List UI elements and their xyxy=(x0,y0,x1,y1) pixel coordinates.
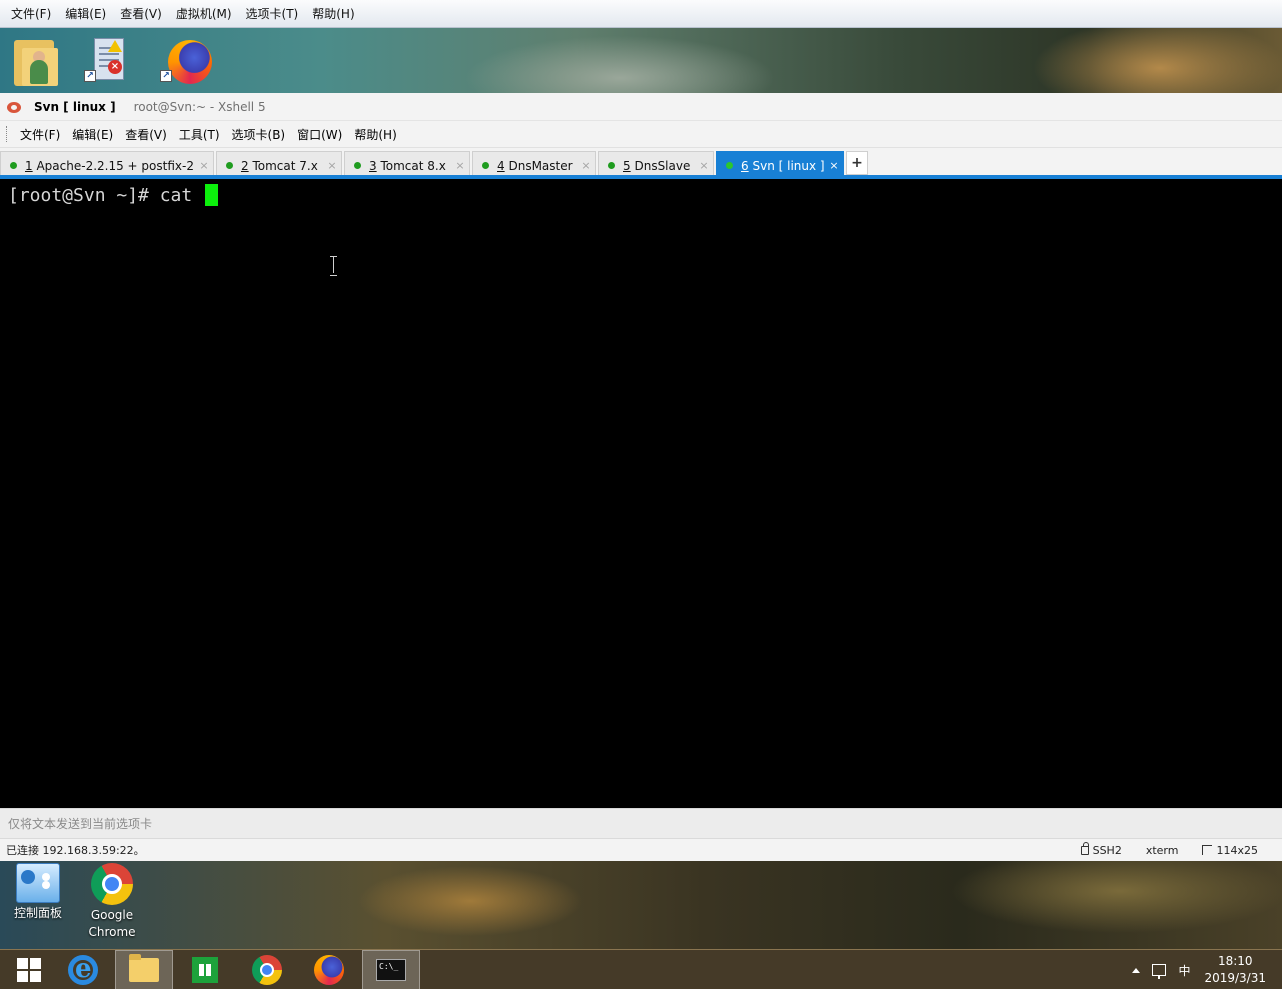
resize-icon xyxy=(1202,845,1213,855)
clock-time: 18:10 xyxy=(1217,954,1253,968)
tab-label: DnsSlave xyxy=(634,158,691,173)
tab-number: 3 xyxy=(369,158,377,173)
connected-dot-icon xyxy=(354,162,361,169)
tab-close-icon[interactable]: × xyxy=(451,159,469,172)
tab-number: 2 xyxy=(241,158,249,173)
user-folder-icon[interactable] xyxy=(8,34,62,88)
tab-label: Apache-2.2.15 + postfix-2.6.... xyxy=(36,158,195,173)
lock-icon xyxy=(1080,841,1089,855)
compose-placeholder: 仅将文本发送到当前选项卡 xyxy=(8,817,153,831)
session-title: Svn [ linux ] xyxy=(34,99,116,114)
connection-status: 已连接 192.168.3.59:22。 xyxy=(6,844,145,857)
clock-date: 2019/3/31 xyxy=(1204,971,1266,985)
vm-menubar: 文件(F) 编辑(E) 查看(V) 虚拟机(M) 选项卡(T) 帮助(H) xyxy=(0,0,1282,28)
desktop-wallpaper-bottom: 控制面板 Google Chrome xyxy=(0,861,1282,949)
tab-label: Tomcat 8.x xyxy=(380,158,446,173)
file-explorer-icon xyxy=(129,954,159,982)
term-type-status: xterm xyxy=(1145,843,1179,857)
terminal-line: [root@Svn ~]# cat xyxy=(8,184,219,206)
control-panel-icon xyxy=(16,863,60,903)
firefox-icon xyxy=(314,955,344,985)
desktop-icon-label: Google Chrome xyxy=(88,908,136,939)
session-tabbar: 1 Apache-2.2.15 + postfix-2.6.... × 2 To… xyxy=(0,147,1282,179)
firefox-desktop-icon[interactable]: ↗ xyxy=(160,34,214,88)
network-icon[interactable] xyxy=(1152,964,1167,979)
tab-label: Tomcat 7.x xyxy=(252,158,318,173)
protocol-label: SSH2 xyxy=(1092,843,1122,857)
terminal-prompt: [root@Svn ~]# cat xyxy=(8,184,204,206)
menu-tabs[interactable]: 选项卡(B) xyxy=(230,126,294,143)
tab-label: Svn [ linux ] xyxy=(752,158,825,173)
tab-number: 4 xyxy=(497,158,505,173)
system-tray: 中 18:10 2019/3/31 xyxy=(1132,950,1282,989)
tab-close-icon[interactable]: × xyxy=(323,159,341,172)
store-icon xyxy=(192,957,218,983)
desktop-icon-label: 控制面板 xyxy=(13,906,62,920)
windows-start-icon xyxy=(17,958,41,982)
clock[interactable]: 18:10 2019/3/31 xyxy=(1204,953,1266,987)
menu-view[interactable]: 查看(V) xyxy=(123,126,175,143)
vm-menu-edit[interactable]: 编辑(E) xyxy=(58,5,113,22)
protocol-status: SSH2 xyxy=(1080,841,1122,857)
tab-close-icon[interactable]: × xyxy=(577,159,595,172)
menubar-grip xyxy=(6,126,8,142)
connected-dot-icon xyxy=(726,162,733,169)
xshell-icon: C:\_ xyxy=(376,959,406,981)
start-button[interactable] xyxy=(0,950,58,989)
taskbar-firefox[interactable] xyxy=(300,950,358,989)
menu-edit[interactable]: 编辑(E) xyxy=(70,126,121,143)
tab-close-icon[interactable]: × xyxy=(195,159,213,172)
connected-dot-icon xyxy=(608,162,615,169)
tab-number: 6 xyxy=(741,158,749,173)
vm-menu-file[interactable]: 文件(F) xyxy=(4,5,58,22)
terminal-cursor xyxy=(205,184,219,206)
vm-menu-view[interactable]: 查看(V) xyxy=(113,5,169,22)
taskbar-xshell[interactable]: C:\_ xyxy=(362,950,420,989)
tab-number: 1 xyxy=(25,158,33,173)
tab-label: DnsMaster xyxy=(508,158,573,173)
compose-bar[interactable]: 仅将文本发送到当前选项卡 xyxy=(0,808,1282,838)
vm-menu-tabs[interactable]: 选项卡(T) xyxy=(239,5,306,22)
connected-dot-icon xyxy=(10,162,17,169)
menu-tools[interactable]: 工具(T) xyxy=(177,126,228,143)
term-size-label: 114x25 xyxy=(1216,843,1258,857)
text-cursor-icon xyxy=(328,256,340,276)
tab-number: 5 xyxy=(623,158,631,173)
desktop-wallpaper-top: × ↗ ↗ xyxy=(0,28,1282,93)
connected-dot-icon xyxy=(226,162,233,169)
term-size-status: 114x25 xyxy=(1202,844,1258,857)
desktop-icon-chrome[interactable]: Google Chrome xyxy=(74,863,150,941)
firewall-shortcut-icon[interactable]: × ↗ xyxy=(84,34,138,88)
taskbar-explorer[interactable] xyxy=(115,950,173,989)
menu-window[interactable]: 窗口(W) xyxy=(295,126,350,143)
desktop-icon-control-panel[interactable]: 控制面板 xyxy=(0,863,76,922)
xshell-menubar: 文件(F) 编辑(E) 查看(V) 工具(T) 选项卡(B) 窗口(W) 帮助(… xyxy=(0,121,1282,147)
taskbar-store[interactable] xyxy=(176,950,234,989)
chrome-icon xyxy=(91,863,133,905)
add-tab-button[interactable]: + xyxy=(846,151,868,175)
window-subtitle: root@Svn:~ - Xshell 5 xyxy=(133,99,266,114)
internet-explorer-icon xyxy=(68,954,98,985)
tab-close-icon[interactable]: × xyxy=(825,159,843,172)
vm-menu-vm[interactable]: 虚拟机(M) xyxy=(169,5,239,22)
menu-file[interactable]: 文件(F) xyxy=(18,126,68,143)
ime-indicator[interactable]: 中 xyxy=(1178,962,1190,979)
chrome-icon xyxy=(252,955,282,985)
status-bar: 已连接 192.168.3.59:22。 SSH2 xterm 114x25 xyxy=(0,838,1282,861)
show-hidden-icons-icon[interactable] xyxy=(1132,967,1141,973)
taskbar: C:\_ 中 18:10 2019/3/31 xyxy=(0,949,1282,989)
vm-menu-help[interactable]: 帮助(H) xyxy=(305,5,361,22)
connected-dot-icon xyxy=(482,162,489,169)
taskbar-chrome[interactable] xyxy=(238,950,296,989)
xshell-logo-icon xyxy=(6,99,22,115)
tab-close-icon[interactable]: × xyxy=(695,159,713,172)
taskbar-ie[interactable] xyxy=(54,950,112,989)
xshell-titlebar: Svn [ linux ] root@Svn:~ - Xshell 5 xyxy=(0,93,1282,121)
menu-help[interactable]: 帮助(H) xyxy=(352,126,404,143)
terminal-area[interactable]: [root@Svn ~]# cat xyxy=(0,179,1282,808)
